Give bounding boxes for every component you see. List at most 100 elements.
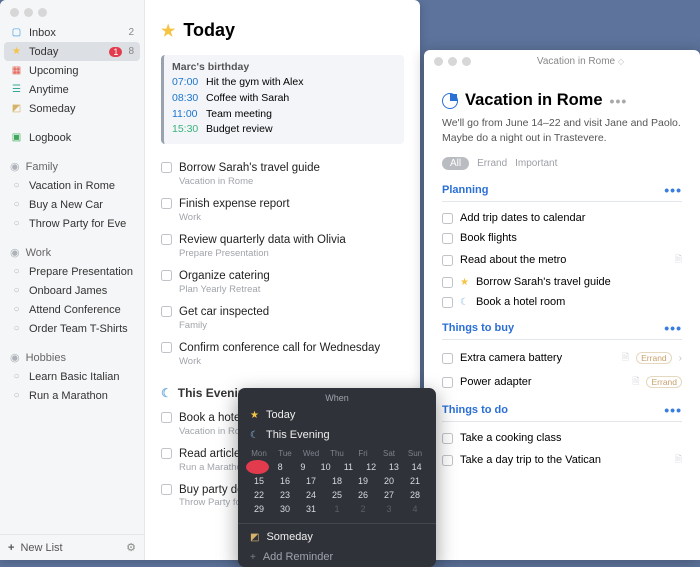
sidebar-project[interactable]: ○Learn Basic Italian: [4, 367, 140, 386]
task-row[interactable]: Borrow Sarah's travel guideVacation in R…: [161, 156, 404, 192]
checkbox[interactable]: [161, 198, 172, 209]
calendar-day[interactable]: 24: [298, 488, 324, 502]
calendar-day[interactable]: 25: [324, 488, 350, 502]
checkbox[interactable]: [161, 448, 172, 459]
calendar-day[interactable]: 10: [314, 460, 337, 474]
task-row[interactable]: Take a day trip to the Vatican🗎: [442, 448, 682, 472]
traffic-lights[interactable]: [0, 0, 144, 23]
schedule-event[interactable]: 07:00Hit the gym with Alex: [172, 75, 396, 91]
calendar-day[interactable]: 3: [376, 502, 402, 516]
calendar-day[interactable]: 26: [350, 488, 376, 502]
task-row[interactable]: ★Borrow Sarah's travel guide: [442, 272, 682, 292]
calendar-day[interactable]: 17: [298, 474, 324, 488]
task-row[interactable]: ☾Book a hotel room: [442, 292, 682, 312]
calendar-day[interactable]: 16: [272, 474, 298, 488]
sidebar-item-logbook[interactable]: ▣Logbook: [4, 128, 140, 147]
task-row[interactable]: Power adapter🗎Errand: [442, 370, 682, 394]
project-section-heading[interactable]: Things to do•••: [442, 402, 682, 422]
calendar-day[interactable]: 15: [246, 474, 272, 488]
checkbox[interactable]: [442, 213, 453, 224]
calendar-day[interactable]: 21: [402, 474, 428, 488]
task-row[interactable]: Confirm conference call for WednesdayWor…: [161, 336, 404, 372]
when-today[interactable]: ★Today: [238, 405, 436, 425]
task-row[interactable]: Organize cateringPlan Yearly Retreat: [161, 264, 404, 300]
task-row[interactable]: Book flights: [442, 228, 682, 248]
chevron-right-icon[interactable]: ›: [679, 353, 682, 364]
sidebar-item-upcoming[interactable]: ▦Upcoming: [4, 61, 140, 80]
checkbox[interactable]: [161, 306, 172, 317]
task-row[interactable]: Extra camera battery🗎Errand›: [442, 346, 682, 370]
calendar-day[interactable]: 29: [246, 502, 272, 516]
checkbox[interactable]: [442, 233, 453, 244]
calendar-day[interactable]: 1: [324, 502, 350, 516]
calendar-day[interactable]: 20: [376, 474, 402, 488]
sidebar-area[interactable]: ◉Work: [4, 243, 140, 262]
calendar-day[interactable]: 12: [360, 460, 383, 474]
sidebar-area[interactable]: ◉Family: [4, 157, 140, 176]
project-section-heading[interactable]: Things to buy•••: [442, 320, 682, 340]
sidebar-item-someday[interactable]: ◩Someday: [4, 99, 140, 118]
sidebar-item-anytime[interactable]: ☰Anytime: [4, 80, 140, 99]
more-icon[interactable]: •••: [610, 93, 628, 109]
calendar[interactable]: MonTueWedThuFriSatSun 891011121314151617…: [238, 445, 436, 520]
calendar-day[interactable]: 14: [405, 460, 428, 474]
sidebar-project[interactable]: ○Throw Party for Eve: [4, 214, 140, 233]
schedule-event[interactable]: 11:00Team meeting: [172, 107, 396, 123]
plus-icon[interactable]: +: [8, 542, 14, 554]
calendar-day[interactable]: 28: [402, 488, 428, 502]
sidebar-project[interactable]: ○Attend Conference: [4, 300, 140, 319]
sidebar-item-today[interactable]: ★Today18: [4, 42, 140, 61]
calendar-day[interactable]: 19: [350, 474, 376, 488]
sidebar-project[interactable]: ○Prepare Presentation: [4, 262, 140, 281]
calendar-day[interactable]: 18: [324, 474, 350, 488]
sidebar-item-inbox[interactable]: ▢Inbox2: [4, 23, 140, 42]
new-list-button[interactable]: New List: [20, 542, 62, 554]
calendar-day[interactable]: 11: [337, 460, 360, 474]
settings-icon[interactable]: ⚙: [126, 541, 136, 554]
calendar-day[interactable]: 9: [292, 460, 315, 474]
more-icon[interactable]: •••: [664, 182, 682, 198]
sidebar-project[interactable]: ○Onboard James: [4, 281, 140, 300]
checkbox[interactable]: [161, 342, 172, 353]
calendar-day[interactable]: 2: [350, 502, 376, 516]
more-icon[interactable]: •••: [664, 320, 682, 336]
when-someday[interactable]: ◩Someday: [238, 527, 436, 547]
sidebar-area[interactable]: ◉Hobbies: [4, 348, 140, 367]
calendar-day[interactable]: 13: [383, 460, 406, 474]
task-row[interactable]: Review quarterly data with OliviaPrepare…: [161, 228, 404, 264]
filter-important[interactable]: Important: [515, 158, 557, 169]
checkbox[interactable]: [442, 255, 453, 266]
traffic-lights[interactable]: [434, 57, 471, 66]
calendar-day[interactable]: 23: [272, 488, 298, 502]
filter-all[interactable]: All: [442, 157, 469, 170]
checkbox[interactable]: [442, 455, 453, 466]
schedule-event[interactable]: 15:30Budget review: [172, 122, 396, 138]
checkbox[interactable]: [442, 377, 453, 388]
calendar-day[interactable]: 4: [402, 502, 428, 516]
add-reminder[interactable]: +Add Reminder: [238, 547, 436, 567]
task-row[interactable]: Finish expense reportWork: [161, 192, 404, 228]
checkbox[interactable]: [161, 234, 172, 245]
checkbox[interactable]: [442, 277, 453, 288]
calendar-day[interactable]: 8: [269, 460, 292, 474]
schedule-event[interactable]: 08:30Coffee with Sarah: [172, 91, 396, 107]
task-row[interactable]: Read about the metro🗎: [442, 248, 682, 272]
sidebar-project[interactable]: ○Run a Marathon: [4, 386, 140, 405]
checkbox[interactable]: [161, 412, 172, 423]
project-note[interactable]: We'll go from June 14–22 and visit Jane …: [442, 116, 682, 145]
checkbox[interactable]: [442, 433, 453, 444]
checkbox[interactable]: [161, 162, 172, 173]
checkbox[interactable]: [161, 484, 172, 495]
calendar-day[interactable]: 27: [376, 488, 402, 502]
checkbox[interactable]: [442, 297, 453, 308]
schedule-block[interactable]: Marc's birthday 07:00Hit the gym with Al…: [161, 55, 404, 144]
calendar-day[interactable]: 30: [272, 502, 298, 516]
project-section-heading[interactable]: Planning•••: [442, 182, 682, 202]
when-evening[interactable]: ☾This Evening: [238, 425, 436, 445]
calendar-day[interactable]: 22: [246, 488, 272, 502]
task-row[interactable]: Add trip dates to calendar: [442, 208, 682, 228]
sidebar-project[interactable]: ○Buy a New Car: [4, 195, 140, 214]
checkbox[interactable]: [442, 353, 453, 364]
calendar-day[interactable]: [246, 460, 269, 474]
more-icon[interactable]: •••: [664, 402, 682, 418]
